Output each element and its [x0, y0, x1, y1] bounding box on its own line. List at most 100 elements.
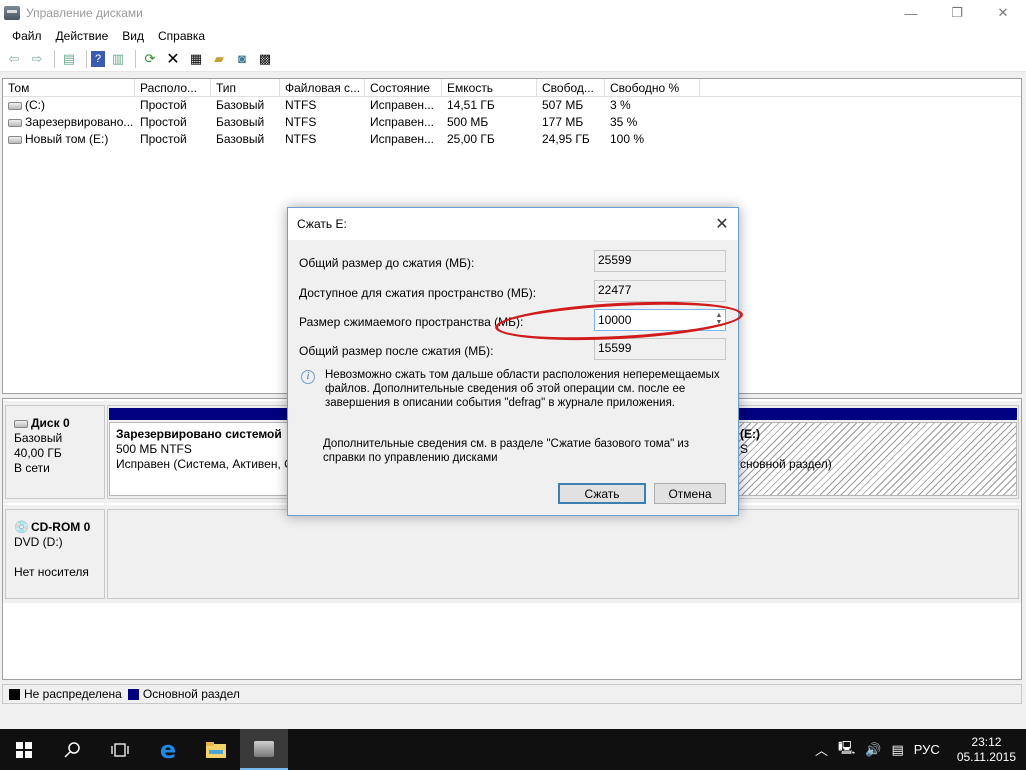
status-cell: Исправен...: [370, 132, 435, 146]
menu-view[interactable]: Вид: [115, 29, 151, 43]
legend-swatch: [9, 688, 20, 700]
edge-button[interactable]: e: [144, 729, 192, 770]
free-cell: 507 МБ: [542, 98, 584, 112]
table-row[interactable]: Зарезервировано... Простой Базовый NTFS …: [3, 114, 1021, 131]
column-header-capacity[interactable]: Емкость: [442, 79, 537, 96]
capacity-cell: 500 МБ: [447, 115, 489, 129]
disk-type: Базовый: [14, 431, 63, 445]
layout-cell: Простой: [140, 98, 187, 112]
partition-e[interactable]: (E:) S сновной раздел): [736, 408, 1017, 496]
menu-file[interactable]: Файл: [5, 29, 49, 43]
volume-icon[interactable]: 🔊: [860, 742, 886, 758]
clock-time: 23:12: [971, 734, 1002, 749]
start-button[interactable]: [0, 729, 48, 770]
dialog-close-button[interactable]: ✕: [706, 208, 738, 240]
restore-button[interactable]: ❐: [934, 0, 980, 26]
capacity-cell: 14,51 ГБ: [447, 98, 495, 112]
free-cell: 24,95 ГБ: [542, 132, 590, 146]
shrink-amount-input[interactable]: [594, 309, 726, 331]
cdrom-0-label[interactable]: 💿 CD-ROM 0 DVD (D:) Нет носителя: [5, 509, 105, 599]
refresh-icon[interactable]: ⟳: [140, 49, 160, 69]
search-button[interactable]: [48, 729, 96, 770]
disk-0-label[interactable]: Диск 0 Базовый 40,00 ГБ В сети: [5, 405, 105, 499]
disk-size: 40,00 ГБ: [14, 446, 62, 460]
available-space-value: 22477: [594, 280, 726, 302]
layout-cell: Простой: [140, 115, 187, 129]
system-tray: ︿ 🖳 🔊 ▤ РУС 23:12 05.11.2015: [810, 729, 1026, 770]
layout-cell: Простой: [140, 132, 187, 146]
file-explorer-button[interactable]: [192, 729, 240, 770]
explore-icon[interactable]: ◙: [232, 49, 252, 69]
partition-bar: [736, 408, 1017, 420]
free-percent-cell: 100 %: [610, 132, 645, 146]
partition-bar: [109, 408, 309, 420]
help-icon[interactable]: ?: [91, 50, 105, 67]
toolbar-separator: [135, 49, 136, 68]
drive-icon: [8, 118, 22, 127]
settings-icon[interactable]: ▩: [255, 49, 275, 69]
spinner-arrows[interactable]: ▲ ▼: [713, 312, 725, 326]
folder-icon: [206, 741, 226, 758]
total-size-before-value: 25599: [594, 250, 726, 272]
status-cell: Исправен...: [370, 115, 435, 129]
filesystem-cell: NTFS: [285, 115, 317, 129]
help-text: Дополнительные сведения см. в разделе "С…: [323, 438, 690, 464]
menu-action[interactable]: Действие: [49, 29, 116, 43]
minimize-button[interactable]: —: [888, 0, 934, 26]
windows-logo-icon: [16, 741, 32, 758]
info-icon: i: [301, 370, 315, 384]
show-hidden-icons-button[interactable]: ︿: [810, 740, 833, 759]
dialog-title: Сжать E:: [297, 217, 347, 231]
close-button[interactable]: ✕: [980, 0, 1026, 26]
column-header-status[interactable]: Состояние: [365, 79, 442, 96]
type-cell: Базовый: [216, 115, 265, 129]
column-header-filesystem[interactable]: Файловая с...: [280, 79, 365, 96]
forward-icon[interactable]: ⇨: [27, 49, 47, 69]
column-header-layout[interactable]: Располо...: [135, 79, 211, 96]
disk-management-icon: [4, 6, 20, 20]
task-view-button[interactable]: [96, 729, 144, 770]
legend-item-primary: Основной раздел: [127, 687, 240, 701]
column-header-free-percent[interactable]: Свободно %: [605, 79, 700, 96]
task-view-icon: [111, 742, 129, 757]
drive-icon: [8, 135, 22, 144]
menu-help[interactable]: Справка: [151, 29, 212, 43]
language-indicator[interactable]: РУС: [909, 742, 945, 757]
properties-pane-icon[interactable]: ▥: [108, 49, 128, 69]
action-center-icon[interactable]: ▤: [886, 742, 908, 758]
clock[interactable]: 23:12 05.11.2015: [945, 735, 1026, 765]
toolbar-separator: [86, 49, 87, 68]
clock-date: 05.11.2015: [956, 749, 1016, 764]
volume-list-header: Том Располо... Тип Файловая с... Состоян…: [3, 79, 1021, 97]
shrink-button[interactable]: Сжать: [558, 483, 646, 504]
total-size-after-value: 15599: [594, 338, 726, 360]
cdrom-0-row: 💿 CD-ROM 0 DVD (D:) Нет носителя: [3, 505, 1021, 603]
back-icon[interactable]: ⇦: [4, 49, 24, 69]
field-label: Общий размер до сжатия (МБ):: [299, 256, 475, 270]
type-cell: Базовый: [216, 98, 265, 112]
partition-name: (E:): [740, 427, 760, 441]
partition-system-reserved[interactable]: Зарезервировано системой 500 МБ NTFS Исп…: [109, 408, 309, 496]
table-row[interactable]: Новый том (E:) Простой Базовый NTFS Испр…: [3, 131, 1021, 148]
column-header-free[interactable]: Свобод...: [537, 79, 605, 96]
shrink-amount-row: Размер сжимаемого пространства (МБ): ▲▼: [299, 309, 727, 333]
disk-status: Нет носителя: [14, 565, 89, 579]
volume-name: (C:): [25, 98, 45, 112]
table-row[interactable]: (C:) Простой Базовый NTFS Исправен... 14…: [3, 97, 1021, 114]
total-size-before-row: Общий размер до сжатия (МБ): 25599: [299, 250, 727, 274]
cancel-button[interactable]: Отмена: [654, 483, 726, 504]
partition-status: Исправен (Система, Активен, С: [116, 457, 293, 471]
properties-icon[interactable]: ▦: [186, 49, 206, 69]
column-header-volume[interactable]: Том: [3, 79, 135, 96]
open-icon[interactable]: ▰: [209, 49, 229, 69]
network-icon[interactable]: 🖳: [833, 739, 860, 761]
disk-type: DVD (D:): [14, 535, 63, 549]
legend-item-unallocated: Не распределена: [9, 687, 122, 701]
disk-management-taskbar-button[interactable]: [240, 729, 288, 770]
console-tree-icon[interactable]: ▤: [59, 49, 79, 69]
partition-status: сновной раздел): [740, 457, 832, 471]
column-header-type[interactable]: Тип: [211, 79, 280, 96]
legend-label: Основной раздел: [142, 687, 240, 701]
delete-icon[interactable]: ✕: [163, 49, 183, 69]
toolbar: ⇦ ⇨ ▤ ? ▥ ⟳ ✕ ▦ ▰ ◙ ▩: [0, 46, 1026, 72]
